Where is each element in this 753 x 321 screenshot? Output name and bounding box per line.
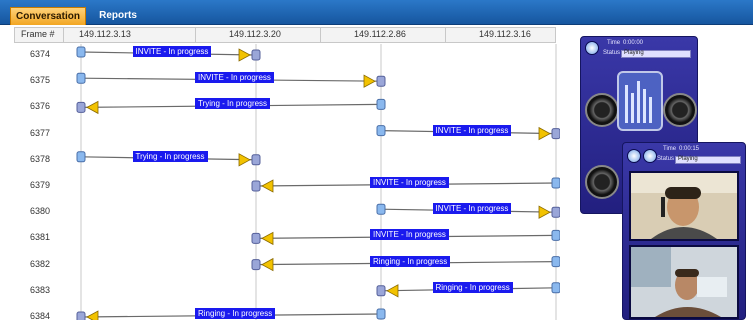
endpoint-node: [376, 125, 386, 137]
time-value: 0:00:00: [623, 40, 644, 46]
endpoint-node: [376, 203, 386, 215]
message-label[interactable]: INVITE - In progress: [370, 177, 449, 188]
arrowhead-icon: [386, 284, 399, 298]
time-label: Time: [663, 146, 677, 152]
media-player-front: Time 0:00:15 Status Playing: [622, 142, 746, 320]
arrowhead-icon: [238, 153, 251, 167]
endpoint-node: [251, 180, 261, 192]
message-label[interactable]: Trying - In progress: [195, 98, 271, 110]
frame-number: 6381: [30, 232, 51, 243]
frame-number: 6376: [30, 101, 51, 112]
message-label[interactable]: Trying - In progress: [132, 150, 208, 162]
message-label[interactable]: Ringing - In progress: [370, 255, 451, 267]
sequence-diagram: [76, 44, 560, 320]
frame-number: 6377: [30, 127, 51, 138]
arrowhead-icon: [363, 74, 376, 88]
frame-number: 6380: [30, 206, 51, 217]
speaker-icon: [585, 165, 619, 199]
arrowhead-icon: [538, 126, 551, 141]
arrowhead-icon: [86, 100, 99, 115]
endpoint-node: [251, 154, 261, 166]
status-value: Playing: [678, 156, 698, 162]
endpoint-node: [76, 311, 86, 320]
arrowhead-icon: [86, 310, 99, 320]
status-value: Playing: [624, 50, 644, 56]
message-label[interactable]: Ringing - In progress: [195, 308, 276, 319]
endpoint-node: [551, 206, 560, 218]
frame-number: 6375: [30, 75, 51, 86]
endpoint-node: [551, 282, 560, 294]
frame-number: 6379: [30, 180, 51, 190]
endpoint-node: [551, 229, 560, 241]
message-label[interactable]: INVITE - In progress: [370, 229, 449, 241]
endpoint-node: [251, 259, 261, 271]
time-label: Time: [607, 40, 621, 46]
endpoint-node: [76, 101, 86, 113]
arrowhead-icon: [238, 48, 251, 62]
endpoint-node: [376, 285, 386, 297]
message-label[interactable]: INVITE - In progress: [132, 46, 212, 57]
play-icon[interactable]: [627, 149, 641, 163]
endpoint-node: [376, 98, 386, 110]
speaker-icon: [585, 93, 619, 127]
endpoint-node: [76, 72, 86, 84]
frame-number: 6378: [30, 153, 51, 164]
status-label: Status: [657, 156, 675, 162]
endpoint-node: [551, 177, 560, 189]
speaker-icon: [663, 93, 697, 127]
endpoint-node: [251, 49, 261, 61]
message-label[interactable]: INVITE - In progress: [195, 72, 274, 84]
time-value: 0:00:15: [679, 146, 700, 152]
video-feed-2: [629, 245, 739, 319]
endpoint-node: [376, 75, 386, 87]
arrowhead-icon: [261, 231, 274, 246]
video-feed-1: [629, 171, 739, 241]
frame-number: 6374: [30, 49, 51, 59]
message-label[interactable]: Ringing - In progress: [432, 281, 513, 293]
frame-number: 6383: [30, 284, 51, 295]
endpoint-node: [76, 46, 86, 58]
record-icon[interactable]: [643, 149, 657, 163]
endpoint-node: [551, 128, 560, 140]
frame-number: 6382: [30, 258, 51, 269]
endpoint-node: [76, 151, 86, 163]
arrowhead-icon: [538, 205, 551, 219]
level-meter: [617, 71, 663, 131]
endpoint-node: [551, 256, 560, 268]
endpoint-node: [376, 308, 386, 320]
message-label[interactable]: INVITE - In progress: [432, 124, 512, 136]
status-label: Status: [603, 50, 621, 56]
arrowhead-icon: [261, 257, 274, 272]
message-label[interactable]: INVITE - In progress: [432, 203, 512, 215]
arrowhead-icon: [261, 179, 274, 193]
endpoint-node: [251, 232, 261, 244]
play-icon[interactable]: [585, 41, 599, 55]
